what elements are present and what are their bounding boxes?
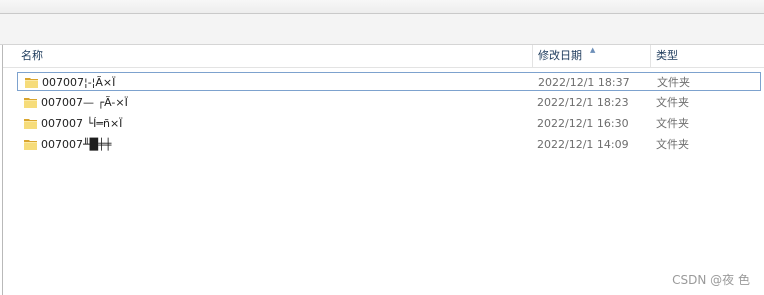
command-bar (0, 14, 764, 45)
file-row[interactable]: 007007— ┌Ã-×Ï 2022/12/1 18:23 文件夹 (17, 93, 761, 112)
column-header-date[interactable]: ▲ 修改日期 (532, 45, 650, 67)
file-explorer-window: 名称 ▲ 修改日期 类型 007007¦-¦Ã×Ï 2022/12/1 18:3… (0, 0, 764, 295)
column-header-name-label: 名称 (21, 49, 43, 62)
column-header-name[interactable]: 名称 (16, 45, 532, 67)
file-type: 文件夹 (656, 96, 689, 109)
file-row[interactable]: 007007¦-¦Ã×Ï 2022/12/1 18:37 文件夹 (17, 72, 761, 91)
column-header-type[interactable]: 类型 (650, 45, 764, 67)
file-name: 007007¦-¦Ã×Ï (42, 76, 116, 89)
file-row[interactable]: 007007 └Í═ñ×Ï 2022/12/1 16:30 文件夹 (17, 114, 761, 133)
sort-ascending-icon: ▲ (590, 46, 596, 54)
folder-icon (24, 119, 37, 129)
file-modified-date: 2022/12/1 18:37 (538, 76, 630, 89)
file-modified-date: 2022/12/1 16:30 (537, 117, 629, 130)
file-type: 文件夹 (656, 117, 689, 130)
file-modified-date: 2022/12/1 18:23 (537, 96, 629, 109)
file-type: 文件夹 (657, 76, 690, 89)
column-header-type-label: 类型 (656, 49, 678, 62)
file-name: 007007╨█╪╪ (41, 138, 112, 151)
file-list-pane: 名称 ▲ 修改日期 类型 007007¦-¦Ã×Ï 2022/12/1 18:3… (2, 45, 764, 295)
file-name: 007007 └Í═ñ×Ï (41, 117, 123, 130)
file-name: 007007— ┌Ã-×Ï (41, 96, 128, 109)
column-header-bar: 名称 ▲ 修改日期 类型 (3, 45, 764, 68)
file-modified-date: 2022/12/1 14:09 (537, 138, 629, 151)
column-header-date-label: 修改日期 (538, 49, 582, 62)
folder-icon (24, 98, 37, 108)
title-bar (0, 0, 764, 14)
file-type: 文件夹 (656, 138, 689, 151)
folder-icon (25, 78, 38, 88)
file-row[interactable]: 007007╨█╪╪ 2022/12/1 14:09 文件夹 (17, 135, 761, 154)
folder-icon (24, 140, 37, 150)
watermark: CSDN @夜 色 (672, 273, 750, 287)
